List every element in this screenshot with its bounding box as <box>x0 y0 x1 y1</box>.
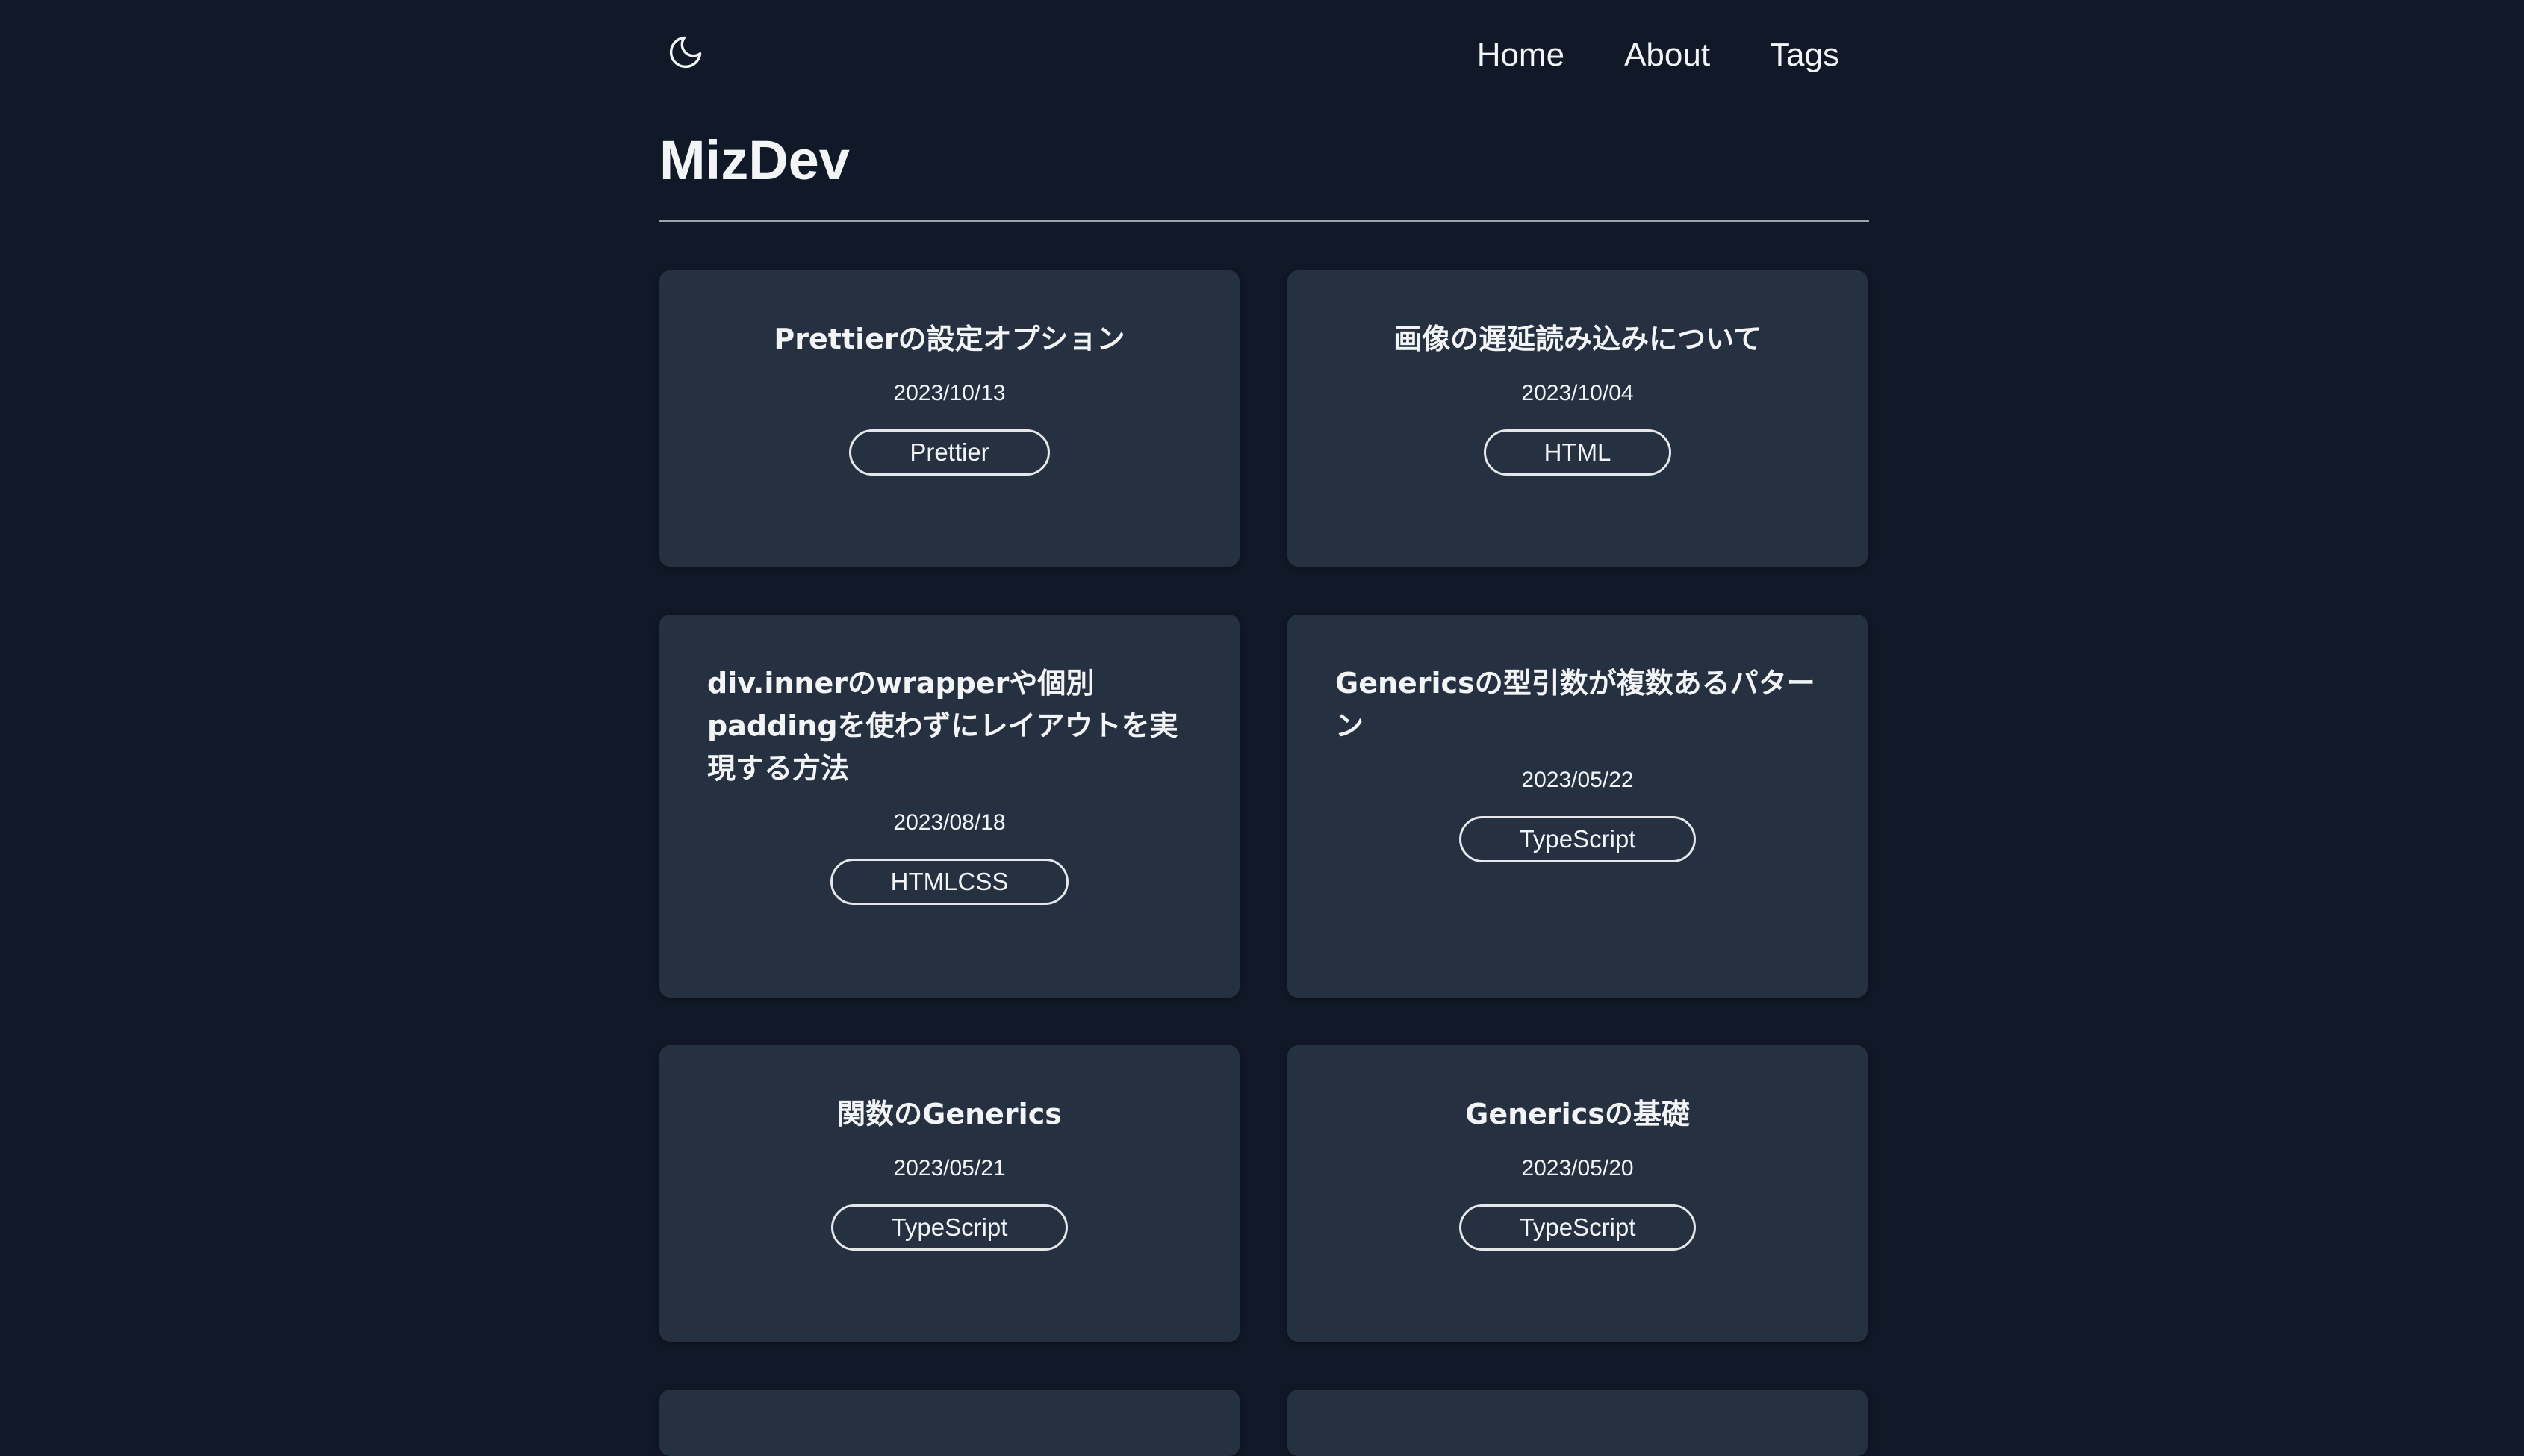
moon-icon <box>669 36 702 69</box>
post-tags: Prettier <box>707 429 1192 476</box>
post-tags: HTML <box>1335 429 1820 476</box>
post-title[interactable]: Genericsの型引数が複数あるパターン <box>1335 662 1820 747</box>
post-title[interactable]: Genericsの基礎 <box>1335 1093 1820 1136</box>
tag-pill[interactable]: TypeScript <box>1458 1204 1697 1251</box>
post-card[interactable]: Prettierの設定オプション 2023/10/13 Prettier <box>659 270 1240 567</box>
post-card[interactable]: Genericsの型引数が複数あるパターン 2023/05/22 TypeScr… <box>1287 615 1868 998</box>
post-date: 2023/08/18 <box>893 810 1006 835</box>
main-nav: Home About Tags <box>1477 33 1839 78</box>
post-date: 2023/05/20 <box>1521 1156 1634 1180</box>
tag-pill[interactable]: HTMLCSS <box>830 859 1069 905</box>
post-date: 2023/05/21 <box>893 1156 1006 1180</box>
nav-tags-link[interactable]: Tags <box>1770 33 1839 78</box>
theme-toggle-button[interactable] <box>663 30 708 75</box>
post-card[interactable]: 画像の遅延読み込みについて 2023/10/04 HTML <box>1287 270 1868 567</box>
post-card[interactable]: Genericsの基礎 2023/05/20 TypeScript <box>1287 1045 1868 1342</box>
post-tags: HTMLCSS <box>707 859 1192 905</box>
post-title[interactable]: Prettierの設定オプション <box>707 318 1192 361</box>
header-divider <box>659 220 1869 222</box>
tag-pill[interactable]: TypeScript <box>830 1204 1069 1251</box>
post-date: 2023/10/04 <box>1521 381 1634 405</box>
post-tags: TypeScript <box>707 1204 1192 1251</box>
site-title[interactable]: MizDev <box>659 123 850 198</box>
post-date: 2023/10/13 <box>893 381 1006 405</box>
post-title[interactable]: 画像の遅延読み込みについて <box>1335 318 1820 361</box>
post-card[interactable]: div.innerのwrapperや個別paddingを使わずにレイアウトを実現… <box>659 615 1240 998</box>
post-card[interactable]: 関数のGenerics 2023/05/21 TypeScript <box>659 1045 1240 1342</box>
top-bar: Home About Tags <box>659 30 1869 82</box>
post-title[interactable]: div.innerのwrapperや個別paddingを使わずにレイアウトを実現… <box>707 662 1192 790</box>
tag-pill[interactable]: HTML <box>1483 429 1672 476</box>
tag-pill[interactable]: TypeScript <box>1458 816 1697 862</box>
post-card[interactable] <box>659 1390 1240 1456</box>
nav-home-link[interactable]: Home <box>1477 33 1564 78</box>
post-tags: TypeScript <box>1335 816 1820 862</box>
page-container: Home About Tags MizDev Prettierの設定オプション … <box>659 0 1869 1456</box>
nav-about-link[interactable]: About <box>1624 33 1710 78</box>
post-card[interactable] <box>1287 1390 1868 1456</box>
post-tags: TypeScript <box>1335 1204 1820 1251</box>
post-title[interactable]: 関数のGenerics <box>707 1093 1192 1136</box>
tag-pill[interactable]: Prettier <box>849 429 1050 476</box>
post-date: 2023/05/22 <box>1521 768 1634 792</box>
